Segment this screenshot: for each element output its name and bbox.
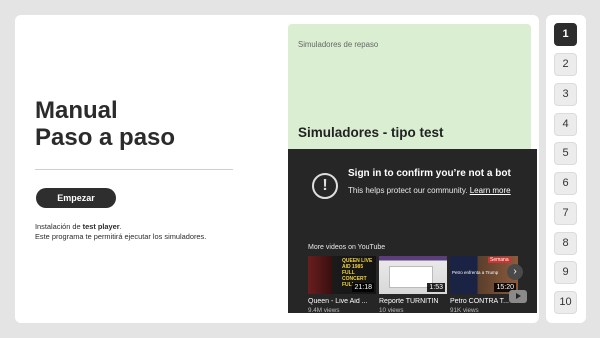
video-thumbnail[interactable]: 1:53 — [379, 256, 447, 294]
thumbnail-tag: Semana — [488, 257, 511, 263]
page-nav: 1 2 3 4 5 6 7 8 9 10 — [546, 15, 586, 323]
video-duration: 1:53 — [427, 283, 445, 292]
more-videos-label: More videos on YouTube — [308, 244, 386, 251]
video-views: 10 views — [379, 307, 404, 314]
main-card: Manual Paso a paso Empezar Instalación d… — [15, 15, 539, 323]
start-button[interactable]: Empezar — [36, 188, 116, 208]
desc-prefix: Instalación de — [35, 222, 83, 231]
video-title[interactable]: Petro CONTRA T... — [450, 298, 518, 305]
nav-page-4[interactable]: 4 — [554, 113, 577, 136]
intro-panel: Manual Paso a paso Empezar Instalación d… — [35, 15, 235, 323]
sim-card-title: Simuladores - tipo test — [298, 125, 444, 140]
nav-page-7[interactable]: 7 — [554, 202, 577, 225]
thumbnail-text: Petro enfrenta a Trump — [452, 270, 499, 275]
description: Instalación de test player. Este program… — [35, 222, 225, 242]
nav-page-8[interactable]: 8 — [554, 232, 577, 255]
title-line-1: Manual — [35, 97, 118, 124]
page-title: Manual Paso a paso — [35, 97, 175, 151]
title-line-2: Paso a paso — [35, 124, 176, 151]
video-title[interactable]: Queen - Live Aid ... — [308, 298, 376, 305]
simuladores-card[interactable]: Simuladores de repaso Simuladores - tipo… — [288, 24, 531, 164]
sim-card-label: Simuladores de repaso — [298, 40, 379, 49]
video-views: 91K views — [450, 307, 479, 314]
youtube-subtext: This helps protect our community. Learn … — [348, 185, 520, 196]
youtube-logo-icon[interactable] — [509, 290, 527, 303]
video-duration: 21:18 — [352, 283, 374, 292]
video-item[interactable]: 1:53 Reporte TURNITIN 10 views — [379, 256, 447, 314]
youtube-subtext-text: This helps protect our community. — [348, 186, 470, 195]
video-thumbnail[interactable]: QUEEN LIVE AID 1985 FULL CONCERT FULL 21… — [308, 256, 376, 294]
youtube-embed: ! Sign in to confirm you’re not a bot Th… — [288, 149, 537, 316]
video-carousel: QUEEN LIVE AID 1985 FULL CONCERT FULL 21… — [308, 256, 528, 316]
divider — [35, 169, 233, 170]
video-item[interactable]: Semana Petro enfrenta a Trump 15:20 Petr… — [450, 256, 518, 314]
desc-line-2: Este programa te permitirá ejecutar los … — [35, 232, 207, 241]
youtube-heading: Sign in to confirm you’re not a bot — [348, 168, 511, 179]
nav-page-2[interactable]: 2 — [554, 53, 577, 76]
desc-suffix: . — [119, 222, 122, 231]
nav-page-5[interactable]: 5 — [554, 142, 577, 165]
video-item[interactable]: QUEEN LIVE AID 1985 FULL CONCERT FULL 21… — [308, 256, 376, 314]
video-views: 9.4M views — [308, 307, 340, 314]
desc-bold: test player — [82, 222, 120, 231]
alert-icon: ! — [312, 173, 338, 199]
nav-page-10[interactable]: 10 — [554, 291, 577, 314]
nav-page-6[interactable]: 6 — [554, 172, 577, 195]
nav-page-1[interactable]: 1 — [554, 23, 577, 46]
nav-page-9[interactable]: 9 — [554, 261, 577, 284]
video-title[interactable]: Reporte TURNITIN — [379, 298, 447, 305]
chevron-right-icon[interactable]: › — [507, 264, 523, 280]
nav-page-3[interactable]: 3 — [554, 83, 577, 106]
learn-more-link[interactable]: Learn more — [470, 186, 511, 195]
